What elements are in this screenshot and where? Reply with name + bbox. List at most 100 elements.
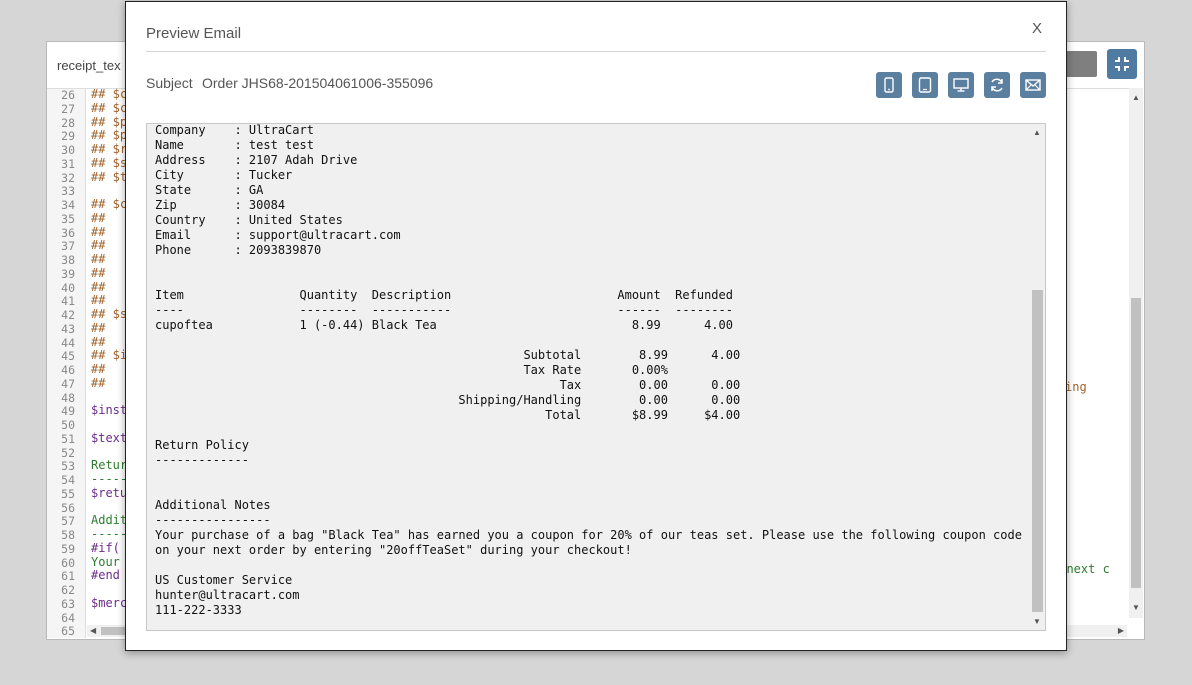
code-line: ## <box>91 334 106 349</box>
line-number: 35 <box>61 211 75 226</box>
code-line: ## <box>91 362 106 376</box>
code-line: Your <box>91 554 120 569</box>
code-line: ## <box>91 320 106 335</box>
code-line: $text <box>91 430 128 445</box>
code-line: #end <box>91 568 120 583</box>
modal-title: Preview Email <box>146 25 242 42</box>
code-line: #if( <box>91 540 120 555</box>
code-line: ----- <box>91 472 128 486</box>
line-number: 41 <box>61 294 75 309</box>
code-line: ## <box>91 279 106 294</box>
line-number: 56 <box>61 500 75 515</box>
line-number: 48 <box>61 390 75 405</box>
code-line: $inst <box>91 403 128 418</box>
line-number: 61 <box>61 569 75 584</box>
scroll-up-icon[interactable]: ▲ <box>1033 129 1041 137</box>
line-number: 40 <box>61 280 75 295</box>
editor-vertical-scrollbar[interactable]: ▲ ▼ <box>1129 88 1143 618</box>
email-preview: Company : UltraCart Name : test test Add… <box>146 123 1046 631</box>
editor-tab[interactable]: receipt_tex <box>57 58 121 73</box>
code-fragment: ing <box>1065 380 1087 394</box>
code-line: ## $s <box>91 155 128 170</box>
line-number: 27 <box>61 101 75 116</box>
scrollbar-thumb[interactable] <box>1131 298 1141 588</box>
code-line: ----- <box>91 527 128 541</box>
line-number: 47 <box>61 376 75 391</box>
line-number: 45 <box>61 349 75 364</box>
desktop-view-button[interactable] <box>948 72 974 98</box>
refresh-button[interactable] <box>984 72 1010 98</box>
code-line: ## $s <box>91 307 128 321</box>
code-line: ## <box>91 375 106 390</box>
line-number: 59 <box>61 541 75 556</box>
send-email-icon <box>1025 79 1041 91</box>
subject-label: Subject <box>146 75 193 91</box>
line-number: 33 <box>61 184 75 199</box>
divider <box>146 51 1046 52</box>
scroll-right-icon[interactable]: ▶ <box>1118 627 1124 635</box>
line-number: 36 <box>61 225 75 240</box>
code-line: ## $c <box>91 197 128 211</box>
code-line: $merc <box>91 595 128 610</box>
code-line: $retu <box>91 485 128 500</box>
code-line: ## $c <box>91 87 128 101</box>
line-number: 31 <box>61 156 75 171</box>
code-line: ## <box>91 252 106 266</box>
line-number: 26 <box>61 88 75 102</box>
line-number: 46 <box>61 363 75 377</box>
fullscreen-button[interactable] <box>1107 49 1137 79</box>
code-line: ## $p <box>91 128 128 143</box>
line-number: 34 <box>61 198 75 212</box>
line-number: 42 <box>61 308 75 322</box>
scroll-down-icon[interactable]: ▼ <box>1033 618 1041 626</box>
subject-value: Order JHS68-201504061006-355096 <box>202 75 434 91</box>
line-number: 29 <box>61 129 75 144</box>
send-test-email-button[interactable] <box>1020 72 1046 98</box>
email-body: Company : UltraCart Name : test test Add… <box>155 123 1022 617</box>
line-number: 30 <box>61 143 75 157</box>
line-gutter: 26 27 28 29 30 31 32 33 34 35 36 37 38 39 40 41 42 43 44 45… <box>47 88 86 639</box>
collapse-icon <box>1115 57 1129 71</box>
line-number: 52 <box>61 445 75 460</box>
code-line: ## $i <box>91 348 128 363</box>
scroll-down-icon[interactable]: ▼ <box>1132 604 1140 612</box>
line-number: 49 <box>61 404 75 419</box>
line-number: 55 <box>61 486 75 501</box>
line-number: 54 <box>61 473 75 487</box>
desktop-icon <box>953 78 969 92</box>
line-number: 37 <box>61 239 75 254</box>
line-number: 63 <box>61 596 75 611</box>
code-line: ## $r <box>91 142 128 156</box>
code-line: ## <box>91 265 106 280</box>
code-line: ## <box>91 238 106 253</box>
phone-icon <box>884 77 894 93</box>
line-number: 44 <box>61 335 75 350</box>
line-number: 32 <box>61 170 75 185</box>
phone-view-button[interactable] <box>876 72 902 98</box>
preview-vertical-scrollbar[interactable]: ▲ ▼ <box>1029 124 1045 630</box>
scrollbar-thumb[interactable] <box>1032 290 1043 612</box>
scroll-up-icon[interactable]: ▲ <box>1132 94 1140 102</box>
line-number: 58 <box>61 528 75 542</box>
preview-email-modal: Preview Email X Subject Order JHS68-2015… <box>125 1 1067 651</box>
code-line: ## <box>91 293 106 308</box>
code-line: ## $c <box>91 100 128 115</box>
code-line: Addit <box>91 513 128 528</box>
line-number: 60 <box>61 555 75 570</box>
line-number: 51 <box>61 431 75 446</box>
close-button[interactable]: X <box>1032 20 1042 37</box>
line-number: 43 <box>61 321 75 336</box>
scroll-left-icon[interactable]: ◀ <box>90 627 96 635</box>
line-number: 38 <box>61 253 75 267</box>
tablet-view-button[interactable] <box>912 72 938 98</box>
code-line: ## $t <box>91 169 128 184</box>
preview-toolbar <box>876 72 1046 98</box>
line-number: 65 <box>61 624 75 639</box>
tablet-icon <box>918 77 932 93</box>
line-number: 53 <box>61 459 75 474</box>
line-number: 62 <box>61 583 75 597</box>
code-line: ## <box>91 210 106 225</box>
line-number: 57 <box>61 514 75 529</box>
line-number: 39 <box>61 266 75 281</box>
line-number: 28 <box>61 115 75 130</box>
